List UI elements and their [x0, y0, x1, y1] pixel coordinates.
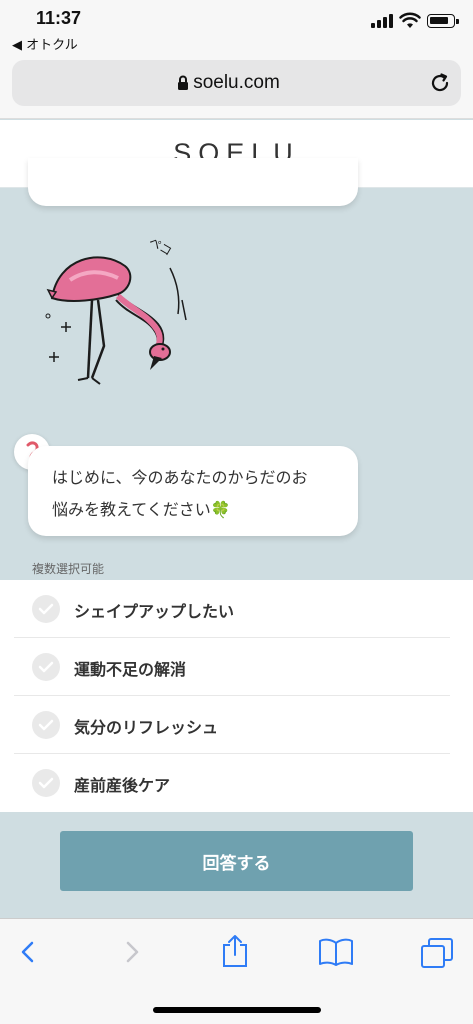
checkmark-icon — [38, 603, 54, 615]
message-line-2-text: 悩みを教えてください — [52, 500, 211, 519]
clover-icon: 🍀 — [210, 500, 231, 519]
home-indicator — [153, 1007, 321, 1013]
message-line-2: 悩みを教えてください🍀 — [52, 494, 340, 526]
option-exercise[interactable]: 運動不足の解消 — [14, 638, 450, 696]
forward-icon[interactable] — [122, 937, 142, 967]
checkbox[interactable] — [32, 769, 60, 797]
option-prenatal-postnatal[interactable]: 産前産後ケア — [14, 754, 450, 812]
option-label: 運動不足の解消 — [74, 660, 187, 679]
back-to-app-link[interactable]: ◀ オトクル — [12, 34, 78, 53]
chat-area: ペコ はじめに、今のあなたのからだのお 悩みを教えてください🍀 複数選択可能 — [0, 158, 473, 580]
cellular-signal-icon — [371, 14, 393, 28]
bot-message-bubble: はじめに、今のあなたのからだのお 悩みを教えてください🍀 — [28, 446, 358, 536]
option-refresh[interactable]: 気分のリフレッシュ — [14, 696, 450, 754]
battery-icon — [427, 14, 459, 28]
checkbox[interactable] — [32, 653, 60, 681]
option-shape-up[interactable]: シェイプアップしたい — [14, 580, 450, 638]
option-label: 産前産後ケア — [74, 776, 171, 795]
checkbox[interactable] — [32, 711, 60, 739]
address-bar[interactable]: soelu.com — [12, 60, 461, 106]
svg-text:ペコ: ペコ — [147, 234, 175, 258]
checkmark-icon — [38, 661, 54, 673]
checkmark-icon — [38, 777, 54, 789]
message-line-1: はじめに、今のあなたのからだのお — [52, 468, 308, 487]
submit-area: 回答する — [0, 812, 473, 918]
share-icon[interactable] — [220, 933, 250, 969]
submit-answer-button[interactable]: 回答する — [60, 831, 413, 891]
multi-select-note: 複数選択可能 — [32, 562, 105, 576]
previous-chat-bubble — [28, 158, 358, 206]
flamingo-illustration: ペコ — [45, 234, 187, 385]
status-bar: 11:37 ◀ オトクル — [0, 0, 473, 56]
checkbox[interactable] — [32, 595, 60, 623]
answer-options-list: シェイプアップしたい 運動不足の解消 気分のリフレッシュ 産前産後ケア — [0, 580, 473, 812]
url-text: soelu.com — [193, 72, 280, 93]
status-time: 11:37 — [36, 8, 82, 28]
reload-icon[interactable] — [429, 72, 451, 94]
wifi-icon — [399, 12, 421, 28]
option-label: 気分のリフレッシュ — [74, 718, 219, 737]
browser-url-area: soelu.com — [0, 56, 473, 119]
bookmarks-icon[interactable] — [318, 937, 354, 967]
back-icon[interactable] — [18, 937, 38, 967]
checkmark-icon — [38, 719, 54, 731]
tabs-icon[interactable] — [420, 937, 454, 969]
option-label: シェイプアップしたい — [74, 602, 235, 621]
